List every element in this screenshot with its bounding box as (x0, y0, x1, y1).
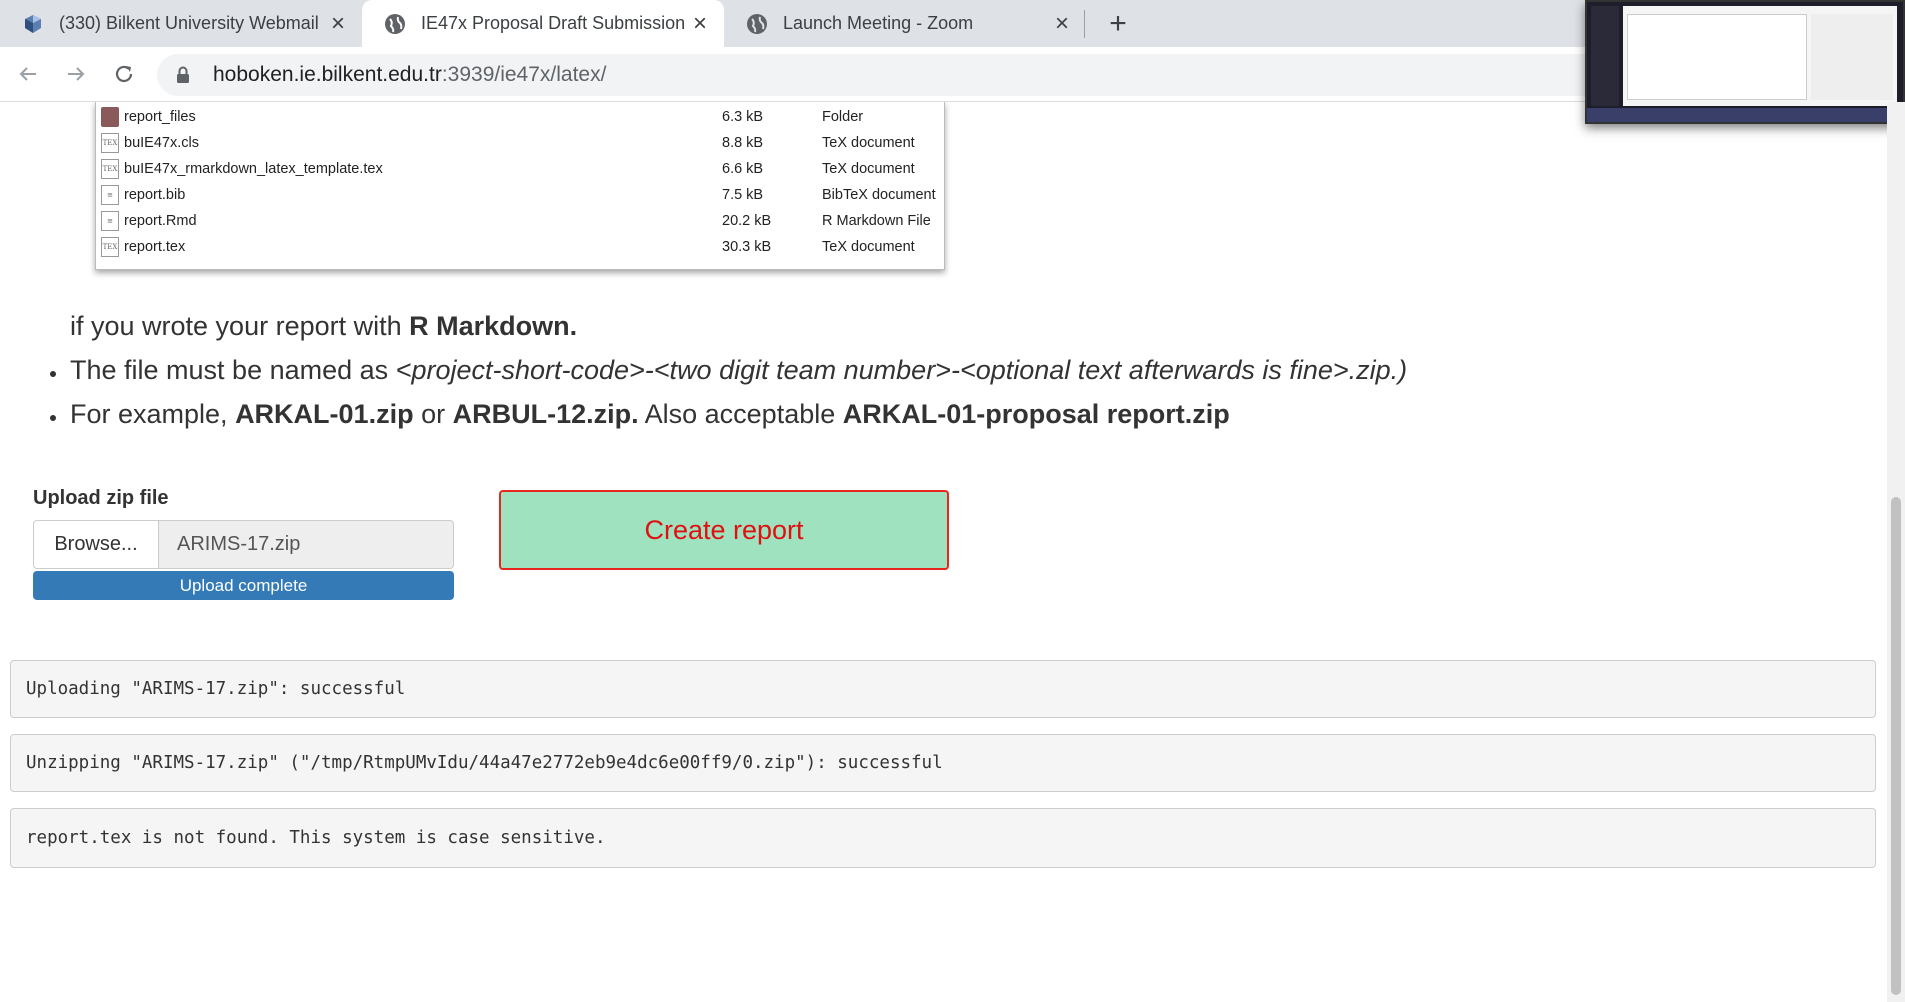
thumbnail-screen (1623, 6, 1897, 106)
file-row: TEX report.tex 30.3 kB TeX document (96, 234, 946, 260)
tab-title: IE47x Proposal Draft Submission (421, 13, 686, 33)
globe-icon (384, 13, 406, 35)
scrollbar-thumb[interactable] (1891, 497, 1901, 995)
file-name-field[interactable]: ARIMS-17.zip (158, 520, 454, 569)
tab-zoom[interactable]: Launch Meeting - Zoom × (724, 0, 1086, 47)
close-icon[interactable]: × (326, 10, 350, 37)
instruction-bold: ARBUL-12.zip. (452, 399, 639, 429)
bullet-dot (50, 371, 56, 377)
file-type: R Markdown File (822, 213, 931, 229)
back-icon[interactable] (13, 59, 43, 89)
file-size: 20.2 kB (722, 213, 772, 229)
file-name: report_files (124, 109, 196, 125)
file-type: TeX document (822, 239, 915, 255)
lock-icon[interactable] (175, 65, 195, 85)
upload-progress-bar: Upload complete (33, 571, 454, 600)
thumbnail-sidebar (1591, 6, 1619, 106)
close-icon[interactable]: × (688, 10, 712, 37)
page-scrollbar[interactable] (1887, 102, 1905, 1002)
file-name: report.bib (124, 187, 186, 203)
file-row: report_files 6.3 kB Folder (96, 104, 946, 130)
file-type: Folder (822, 109, 864, 125)
file-type: BibTeX document (822, 187, 936, 203)
browse-button[interactable]: Browse... (33, 520, 159, 569)
tex-icon: TEX (101, 159, 119, 179)
file-name: report.tex (124, 239, 186, 255)
new-tab-icon[interactable]: + (1101, 7, 1135, 41)
create-report-button[interactable]: Create report (499, 490, 949, 570)
file-size: 6.6 kB (722, 161, 764, 177)
instruction-filename: The file must be named as <project-short… (70, 355, 1407, 386)
file-type: TeX document (822, 135, 915, 151)
log-upload: Uploading "ARIMS-17.zip": successful (10, 660, 1876, 718)
file-size: 7.5 kB (722, 187, 764, 203)
url-path: :3939/ie47x/latex/ (441, 63, 607, 86)
instruction-bold: ARKAL-01-proposal report.zip (842, 399, 1230, 429)
tab-proposal[interactable]: IE47x Proposal Draft Submission × (362, 0, 724, 47)
file-name: buIE47x.cls (124, 135, 199, 151)
instruction-italic: <project-short-code>-<two digit team num… (395, 355, 1408, 385)
log-unzip: Unzipping "ARIMS-17.zip" ("/tmp/RtmpUMvI… (10, 734, 1876, 792)
instruction-text: For example, (70, 399, 236, 429)
instruction-example: For example, ARKAL-01.zip or ARBUL-12.zi… (70, 399, 1230, 430)
file-row: ≡ report.bib 7.5 kB BibTeX document (96, 182, 946, 208)
url-host: hoboken.ie.bilkent.edu.tr (213, 63, 442, 86)
folder-icon (101, 107, 119, 127)
thumbnail-document (1627, 14, 1807, 100)
instruction-rmarkdown: if you wrote your report with R Markdown… (70, 311, 577, 342)
file-size: 8.8 kB (722, 135, 764, 151)
tab-separator (1084, 10, 1085, 38)
reload-icon[interactable] (109, 59, 139, 89)
file-size: 6.3 kB (722, 109, 764, 125)
instruction-text: if you wrote your report with (70, 311, 410, 341)
globe-icon (746, 13, 768, 35)
instruction-text: or (413, 399, 453, 429)
tab-title: Launch Meeting - Zoom (783, 13, 974, 33)
url-text: hoboken.ie.bilkent.edu.tr:3939/ie47x/lat… (213, 63, 606, 87)
address-bar[interactable]: hoboken.ie.bilkent.edu.tr:3939/ie47x/lat… (157, 54, 1657, 96)
file-row: ≡ report.Rmd 20.2 kB R Markdown File (96, 208, 946, 234)
upload-label: Upload zip file (33, 487, 169, 509)
tab-title: (330) Bilkent University Webmail (59, 13, 319, 33)
page-content: report_files 6.3 kB Folder TEX buIE47x.c… (0, 102, 1887, 1002)
instruction-bold: ARKAL-01.zip (235, 399, 414, 429)
file-name: report.Rmd (124, 213, 197, 229)
instruction-bold: R Markdown. (409, 311, 578, 341)
tab-webmail[interactable]: (330) Bilkent University Webmail × (0, 0, 362, 47)
bullet-dot (50, 415, 56, 421)
file-row: TEX buIE47x_rmarkdown_latex_template.tex… (96, 156, 946, 182)
text-file-icon: ≡ (101, 211, 119, 231)
thumbnail-panel (1811, 14, 1893, 100)
log-error: report.tex is not found. This system is … (10, 808, 1876, 868)
instruction-text: The file must be named as (70, 355, 396, 385)
instruction-text: Also acceptable (638, 399, 843, 429)
text-file-icon: ≡ (101, 185, 119, 205)
forward-icon[interactable] (61, 59, 91, 89)
file-size: 30.3 kB (722, 239, 772, 255)
file-name: buIE47x_rmarkdown_latex_template.tex (124, 161, 383, 177)
file-row: TEX buIE47x.cls 8.8 kB TeX document (96, 130, 946, 156)
bilkent-icon (22, 13, 44, 35)
tex-icon: TEX (101, 237, 119, 257)
close-icon[interactable]: × (1050, 10, 1074, 37)
tex-icon: TEX (101, 133, 119, 153)
file-listing-image: report_files 6.3 kB Folder TEX buIE47x.c… (95, 102, 945, 270)
file-type: TeX document (822, 161, 915, 177)
